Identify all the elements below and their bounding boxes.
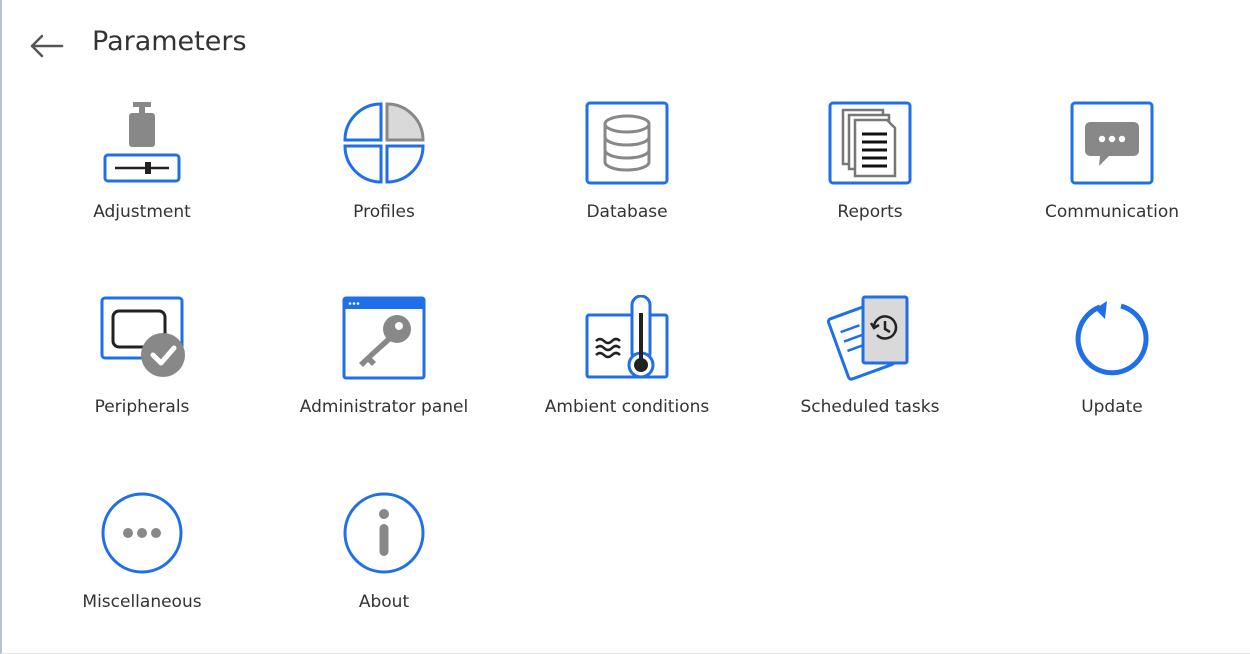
tile-label: Communication [1045, 202, 1179, 222]
tile-adjustment[interactable]: Adjustment [22, 100, 262, 250]
reports-icon [827, 100, 913, 186]
tile-ambient-conditions[interactable]: Ambient conditions [507, 295, 747, 445]
tile-label: Administrator panel [299, 397, 469, 417]
arrow-left-icon [30, 34, 64, 58]
ellipsis-circle-icon [99, 490, 185, 576]
tile-update[interactable]: Update [992, 295, 1232, 445]
tile-peripherals[interactable]: Peripherals [22, 295, 262, 445]
tile-label: Peripherals [94, 397, 190, 417]
tile-label: Profiles [353, 202, 415, 222]
tile-reports[interactable]: Reports [750, 100, 990, 250]
page-title: Parameters [92, 26, 247, 57]
info-circle-icon [341, 490, 427, 576]
tile-about[interactable]: About [264, 490, 504, 640]
thermometer-icon [584, 295, 670, 381]
scheduled-tasks-icon [827, 295, 913, 381]
tile-label: Reports [837, 202, 903, 222]
tile-label: Scheduled tasks [800, 397, 940, 417]
peripherals-icon [99, 295, 185, 381]
tile-label: Ambient conditions [544, 397, 710, 417]
tile-scheduled-tasks[interactable]: Scheduled tasks [750, 295, 990, 445]
profiles-pie-icon [341, 100, 427, 186]
weight-adjustment-icon [99, 100, 185, 186]
database-icon [584, 100, 670, 186]
key-window-icon [341, 295, 427, 381]
header: Parameters [2, 0, 1250, 88]
tile-administrator-panel[interactable]: Administrator panel [264, 295, 504, 445]
tile-database[interactable]: Database [507, 100, 747, 250]
tile-label: Update [1081, 397, 1143, 417]
tile-label: Adjustment [93, 202, 191, 222]
tile-label: Database [586, 202, 668, 222]
parameters-screen: Parameters Adjustment Profiles Database … [0, 0, 1250, 654]
update-arrow-icon [1069, 295, 1155, 381]
tile-label: Miscellaneous [82, 592, 202, 612]
back-button[interactable] [24, 26, 70, 66]
tile-profiles[interactable]: Profiles [264, 100, 504, 250]
chat-bubble-icon [1069, 100, 1155, 186]
tile-miscellaneous[interactable]: Miscellaneous [22, 490, 262, 640]
tile-communication[interactable]: Communication [992, 100, 1232, 250]
tile-label: About [358, 592, 410, 612]
